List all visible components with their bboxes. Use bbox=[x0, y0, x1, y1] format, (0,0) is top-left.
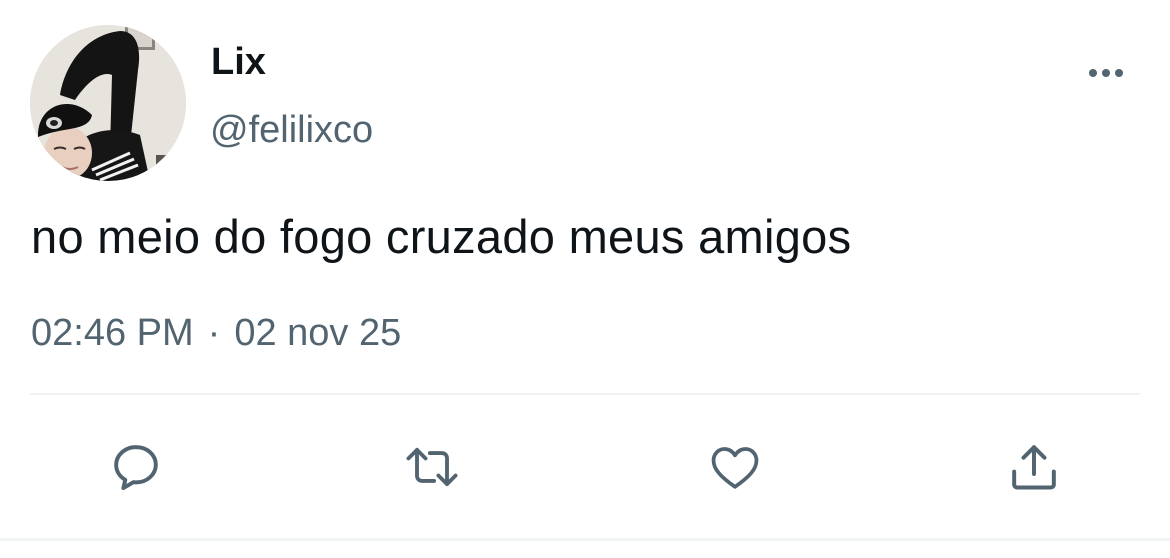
heart-icon bbox=[711, 447, 759, 489]
user-handle[interactable]: @felilixco bbox=[210, 108, 373, 152]
display-name[interactable]: Lix bbox=[211, 41, 266, 83]
bottom-border bbox=[0, 538, 1170, 541]
more-horizontal-icon bbox=[1089, 69, 1123, 77]
share-icon bbox=[1012, 445, 1056, 490]
reply-button[interactable] bbox=[106, 437, 166, 497]
more-options-button[interactable] bbox=[1084, 58, 1130, 88]
meta-separator: · bbox=[207, 312, 221, 354]
tweet-date: 02 nov 25 bbox=[234, 312, 402, 354]
avatar[interactable] bbox=[30, 25, 186, 181]
reply-icon bbox=[114, 445, 158, 490]
share-button[interactable] bbox=[1004, 437, 1064, 497]
like-button[interactable] bbox=[705, 437, 765, 497]
tweet-card: Lix @felilixco no meio do fogo cruzado m… bbox=[0, 0, 1170, 558]
tweet-timestamp[interactable]: 02:46 PM · 02 nov 25 bbox=[31, 311, 401, 355]
retweet-button[interactable] bbox=[402, 437, 462, 497]
divider bbox=[30, 393, 1140, 395]
tweet-time: 02:46 PM bbox=[31, 312, 194, 354]
tweet-text: no meio do fogo cruzado meus amigos bbox=[31, 210, 852, 263]
avatar-photo bbox=[30, 25, 186, 181]
retweet-icon bbox=[406, 447, 458, 487]
